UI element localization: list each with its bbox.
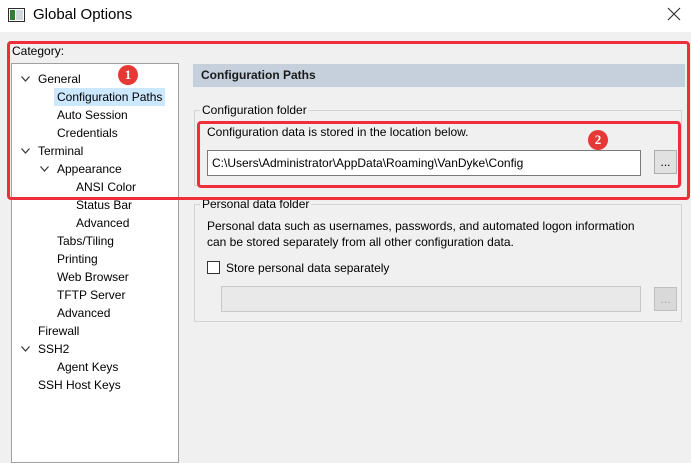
store-personal-checkbox[interactable] bbox=[207, 261, 220, 274]
tree-item-web-browser[interactable]: Web Browser bbox=[54, 268, 132, 286]
annotation-callout-1: 1 bbox=[118, 65, 138, 85]
tree-item-general[interactable]: General bbox=[35, 70, 84, 88]
chevron-down-icon[interactable] bbox=[21, 76, 30, 82]
personal-folder-description-line2: can be stored separately from all other … bbox=[207, 235, 514, 249]
chevron-down-icon[interactable] bbox=[21, 148, 30, 154]
tree-item-terminal-advanced[interactable]: Advanced bbox=[54, 304, 113, 322]
store-personal-checkbox-label[interactable]: Store personal data separately bbox=[226, 260, 389, 276]
tree-item-ansi-color[interactable]: ANSI Color bbox=[73, 178, 139, 196]
tree-item-auto-session[interactable]: Auto Session bbox=[54, 106, 131, 124]
chevron-down-icon[interactable] bbox=[21, 346, 30, 352]
tree-item-credentials[interactable]: Credentials bbox=[54, 124, 121, 142]
chevron-down-icon[interactable] bbox=[40, 166, 49, 172]
config-folder-description: Configuration data is stored in the loca… bbox=[207, 125, 469, 139]
tree-item-ssh2[interactable]: SSH2 bbox=[35, 340, 72, 358]
config-browse-button[interactable]: ... bbox=[654, 150, 677, 174]
close-icon[interactable] bbox=[667, 7, 681, 21]
tree-item-appearance-advanced[interactable]: Advanced bbox=[73, 214, 132, 232]
tree-item-terminal[interactable]: Terminal bbox=[35, 142, 86, 160]
tree-item-tftp-server[interactable]: TFTP Server bbox=[54, 286, 128, 304]
tree-item-configuration-paths[interactable]: Configuration Paths bbox=[54, 88, 166, 106]
personal-browse-button[interactable]: ... bbox=[654, 287, 677, 311]
window-app-icon bbox=[8, 8, 25, 22]
tree-item-agent-keys[interactable]: Agent Keys bbox=[54, 358, 121, 376]
category-tree[interactable]: General Configuration Paths Auto Session… bbox=[11, 63, 179, 463]
panel-header: Configuration Paths bbox=[193, 64, 685, 87]
tree-item-ssh-host-keys[interactable]: SSH Host Keys bbox=[35, 376, 124, 394]
annotation-callout-2: 2 bbox=[588, 130, 608, 150]
personal-folder-title: Personal data folder bbox=[200, 197, 312, 211]
window-title: Global Options bbox=[33, 6, 133, 23]
title-bar: Global Options bbox=[0, 0, 691, 32]
personal-folder-description-line1: Personal data such as usernames, passwor… bbox=[207, 219, 635, 233]
tree-item-status-bar[interactable]: Status Bar bbox=[73, 196, 135, 214]
tree-item-tabs-tiling[interactable]: Tabs/Tiling bbox=[54, 232, 117, 250]
tree-item-appearance[interactable]: Appearance bbox=[54, 160, 125, 178]
tree-item-firewall[interactable]: Firewall bbox=[35, 322, 82, 340]
config-path-input[interactable] bbox=[207, 150, 641, 176]
personal-path-input[interactable] bbox=[221, 286, 641, 312]
tree-item-printing[interactable]: Printing bbox=[54, 250, 101, 268]
category-label: Category: bbox=[12, 44, 65, 58]
config-folder-title: Configuration folder bbox=[200, 103, 309, 117]
